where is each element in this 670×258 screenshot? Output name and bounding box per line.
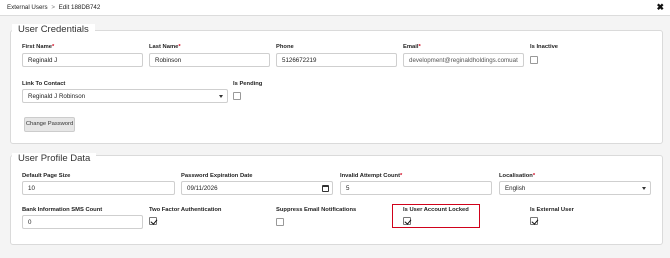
first-name-label: First Name*: [22, 44, 55, 50]
breadcrumb: External Users > Edit 188DB742: [7, 4, 100, 11]
link-to-contact-label: Link To Contact: [22, 81, 66, 87]
password-expiration-date-value: 09/11/2026: [187, 185, 218, 192]
is-external-user-checkbox[interactable]: [530, 217, 538, 225]
link-to-contact-select[interactable]: Reginald J Robinson: [22, 89, 228, 103]
first-name-field[interactable]: Reginald J: [22, 53, 143, 67]
password-expiration-date-field[interactable]: 09/11/2026: [181, 181, 333, 195]
user-credentials-panel: [10, 30, 663, 144]
is-external-user-label: Is External User: [530, 207, 574, 213]
chevron-down-icon: [642, 187, 646, 190]
user-profile-panel: [10, 155, 663, 245]
localisation-select[interactable]: English: [499, 181, 651, 195]
breadcrumb-separator: >: [51, 4, 55, 11]
chevron-down-icon: [219, 95, 223, 98]
is-inactive-checkbox[interactable]: [530, 56, 538, 64]
default-page-size-field[interactable]: 10: [22, 181, 175, 195]
email-field[interactable]: development@reginaldholdings.comuat: [403, 53, 524, 67]
change-password-button[interactable]: Change Password: [24, 117, 75, 132]
user-profile-title: User Profile Data: [12, 153, 97, 164]
default-page-size-label: Default Page Size: [22, 173, 71, 179]
user-credentials-title: User Credentials: [12, 24, 95, 35]
is-pending-label: Is Pending: [233, 81, 263, 87]
last-name-label: Last Name*: [149, 44, 181, 50]
suppress-email-checkbox[interactable]: [276, 218, 284, 226]
bank-info-sms-count-field[interactable]: 0: [22, 215, 143, 229]
last-name-field[interactable]: Robinson: [149, 53, 270, 67]
breadcrumb-root-link[interactable]: External Users: [7, 4, 48, 11]
is-inactive-label: Is Inactive: [530, 44, 559, 50]
is-user-account-locked-checkbox[interactable]: [403, 217, 411, 225]
is-pending-checkbox[interactable]: [233, 92, 241, 100]
invalid-attempt-count-field[interactable]: 5: [340, 181, 492, 195]
password-expiration-label: Password Expiration Date: [181, 173, 253, 179]
localisation-value: English: [505, 185, 526, 192]
bank-info-sms-count-label: Bank Information SMS Count: [22, 207, 103, 213]
invalid-attempt-count-label: Invalid Attempt Count*: [340, 173, 403, 179]
phone-label: Phone: [276, 44, 294, 50]
email-label: Email*: [403, 44, 421, 50]
calendar-icon[interactable]: [322, 184, 329, 192]
two-factor-auth-checkbox[interactable]: [149, 217, 157, 225]
close-icon[interactable]: ✖: [656, 2, 664, 12]
suppress-email-label: Suppress Email Notifications: [276, 207, 357, 213]
breadcrumb-current: Edit 188DB742: [58, 4, 101, 11]
two-factor-auth-label: Two Factor Authentication: [149, 207, 222, 213]
link-to-contact-value: Reginald J Robinson: [28, 93, 86, 100]
top-bar: External Users > Edit 188DB742 ✖: [0, 0, 670, 16]
localisation-label: Localisation*: [499, 173, 536, 179]
is-user-account-locked-label: Is User Account Locked: [403, 207, 469, 213]
phone-field[interactable]: 5126672219: [276, 53, 397, 67]
